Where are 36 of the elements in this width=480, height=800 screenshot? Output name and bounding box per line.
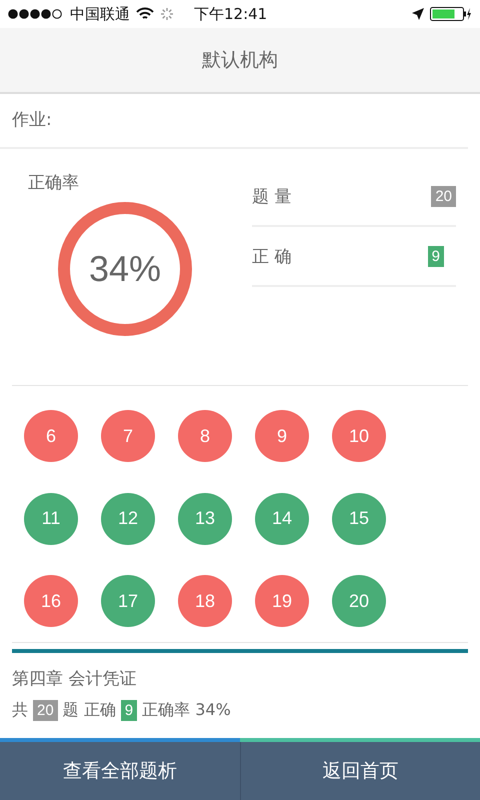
question-number[interactable]: 10: [332, 410, 386, 462]
accuracy-value: 34%: [88, 248, 162, 290]
question-number[interactable]: 12: [101, 492, 155, 545]
question-number[interactable]: 19: [255, 575, 309, 628]
summary-text: 共: [12, 700, 28, 721]
count-badge: 20: [33, 700, 58, 721]
count-badge: 9: [428, 246, 444, 266]
wifi-icon: [136, 7, 154, 21]
stat-label: 正 确: [252, 246, 292, 268]
question-number[interactable]: 17: [101, 575, 155, 628]
question-number[interactable]: 13: [178, 492, 232, 545]
chapter-title: 第四章 会计凭证: [11, 668, 138, 690]
page-title: 默认机构: [202, 48, 278, 73]
count-badge: 20: [431, 186, 456, 206]
summary-text: 正确率 34%: [142, 700, 231, 721]
question-number[interactable]: 14: [255, 492, 309, 545]
clock-time: 下午12:41: [194, 4, 268, 24]
question-number[interactable]: 15: [332, 492, 386, 545]
question-number[interactable]: 16: [24, 575, 78, 628]
signal-icon: [8, 9, 64, 19]
battery-icon: [430, 7, 472, 21]
accuracy-label: 正确率: [27, 172, 80, 194]
stat-label: 题 量: [252, 186, 292, 208]
question-number[interactable]: 11: [24, 492, 78, 545]
question-number[interactable]: 18: [178, 575, 232, 628]
question-number[interactable]: 20: [332, 575, 386, 628]
carrier-name: 中国联通: [70, 4, 130, 24]
loading-icon: [160, 7, 174, 21]
summary-text: 题 正确: [62, 700, 116, 721]
section-label: 作业:: [0, 94, 468, 149]
question-number[interactable]: 9: [255, 410, 309, 462]
question-number[interactable]: 6: [24, 410, 78, 462]
count-badge: 9: [120, 700, 138, 721]
location-icon: [412, 8, 424, 20]
question-number[interactable]: 8: [178, 410, 232, 462]
question-number[interactable]: 7: [101, 410, 155, 462]
